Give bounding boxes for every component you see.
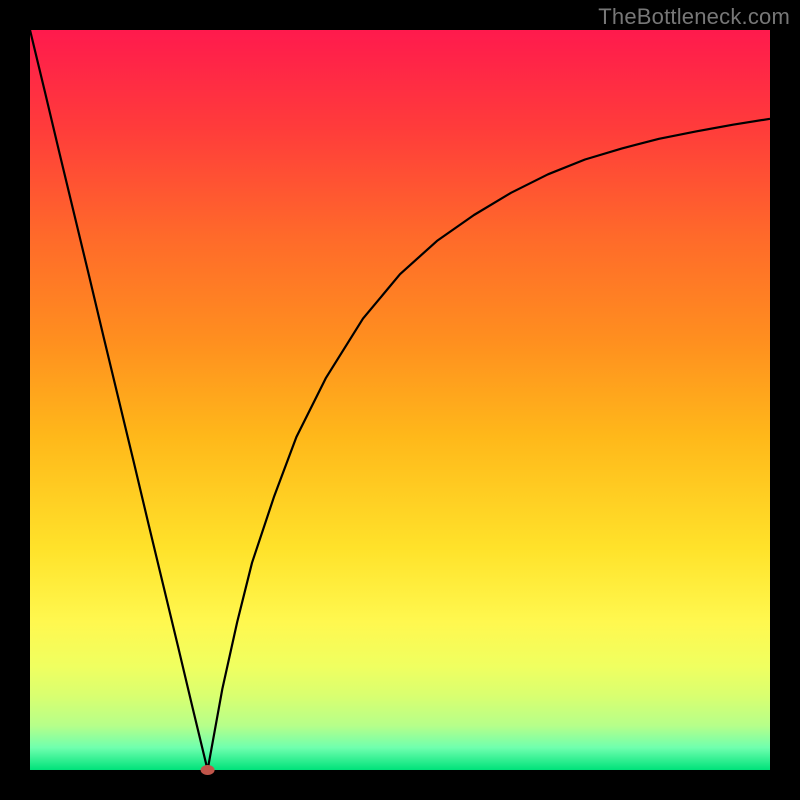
minimum-marker bbox=[201, 765, 215, 775]
plot-gradient-area bbox=[30, 30, 770, 770]
watermark-text: TheBottleneck.com bbox=[598, 4, 790, 30]
bottleneck-curve bbox=[30, 30, 770, 770]
curve-left bbox=[30, 30, 208, 770]
curve-right bbox=[208, 119, 770, 770]
chart-stage: TheBottleneck.com bbox=[0, 0, 800, 800]
